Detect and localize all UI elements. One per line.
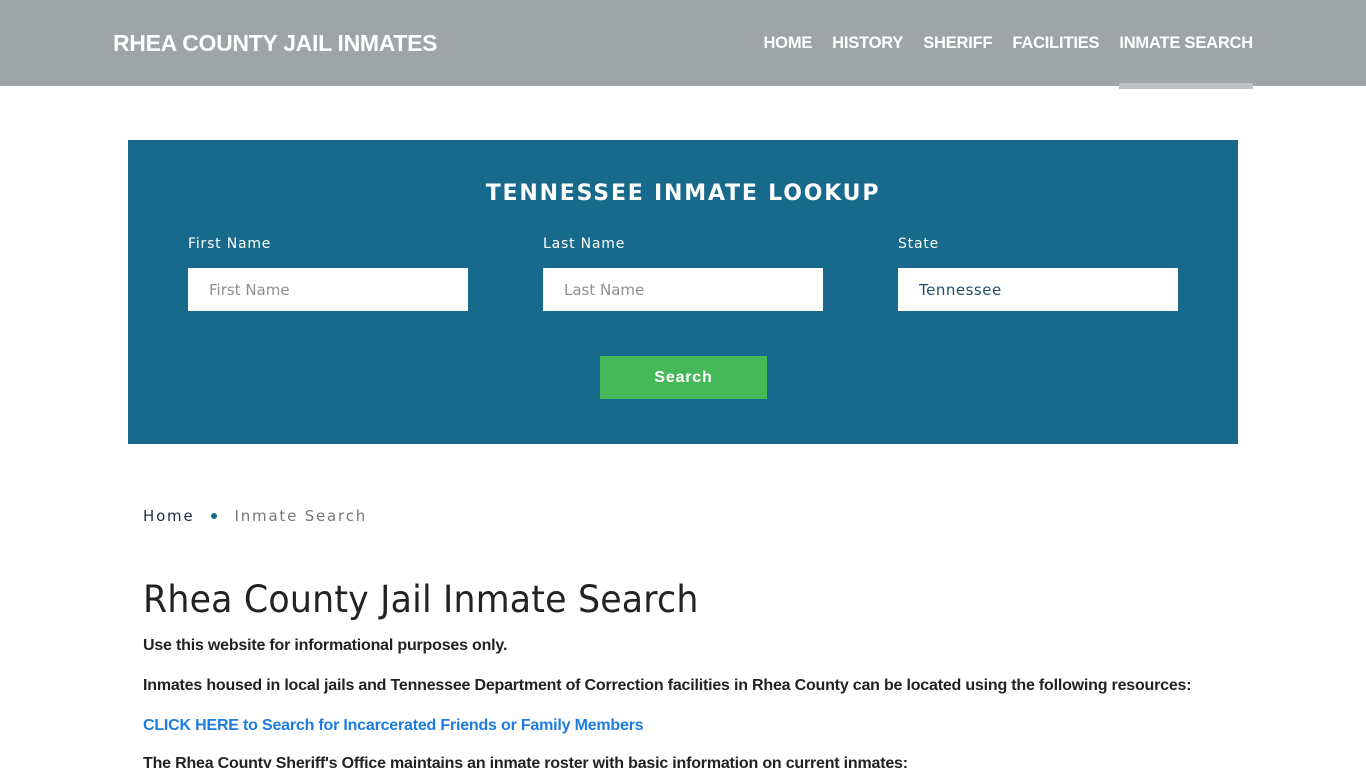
nav-history[interactable]: HISTORY (832, 0, 903, 86)
breadcrumb-separator-icon (210, 513, 217, 519)
disclaimer-text: Use this website for informational purpo… (143, 637, 508, 654)
first-name-input[interactable] (188, 268, 468, 311)
search-link-paragraph: CLICK HERE to Search for Incarcerated Fr… (143, 717, 644, 735)
breadcrumb-current: Inmate Search (234, 507, 368, 525)
roster-text: The Rhea County Sheriff's Office maintai… (143, 755, 908, 768)
first-name-label: First Name (188, 236, 272, 252)
breadcrumb-home[interactable]: Home (143, 507, 195, 525)
state-label: State (898, 236, 940, 252)
state-field-group: State (898, 236, 1178, 311)
site-logo-link[interactable]: RHEA COUNTY JAIL INMATES (113, 30, 438, 57)
first-name-field-group: First Name (188, 236, 468, 311)
last-name-input[interactable] (543, 268, 823, 311)
page-title: Rhea County Jail Inmate Search (143, 578, 699, 621)
intro-text: Inmates housed in local jails and Tennes… (143, 677, 1192, 694)
search-family-link[interactable]: CLICK HERE to Search for Incarcerated Fr… (143, 717, 644, 734)
breadcrumb: Home Inmate Search (143, 507, 367, 525)
last-name-field-group: Last Name (543, 236, 823, 311)
nav-inmate-search[interactable]: INMATE SEARCH (1119, 0, 1253, 89)
nav-sheriff[interactable]: SHERIFF (923, 0, 992, 86)
main-nav: HOME HISTORY SHERIFF FACILITIES INMATE S… (743, 0, 1253, 89)
nav-facilities[interactable]: FACILITIES (1012, 0, 1099, 86)
last-name-label: Last Name (543, 236, 626, 252)
search-button[interactable]: Search (600, 356, 767, 399)
state-input[interactable] (898, 268, 1178, 311)
nav-home[interactable]: HOME (763, 0, 812, 86)
lookup-title: TENNESSEE INMATE LOOKUP (485, 181, 881, 206)
site-header: RHEA COUNTY JAIL INMATES HOME HISTORY SH… (0, 0, 1366, 89)
